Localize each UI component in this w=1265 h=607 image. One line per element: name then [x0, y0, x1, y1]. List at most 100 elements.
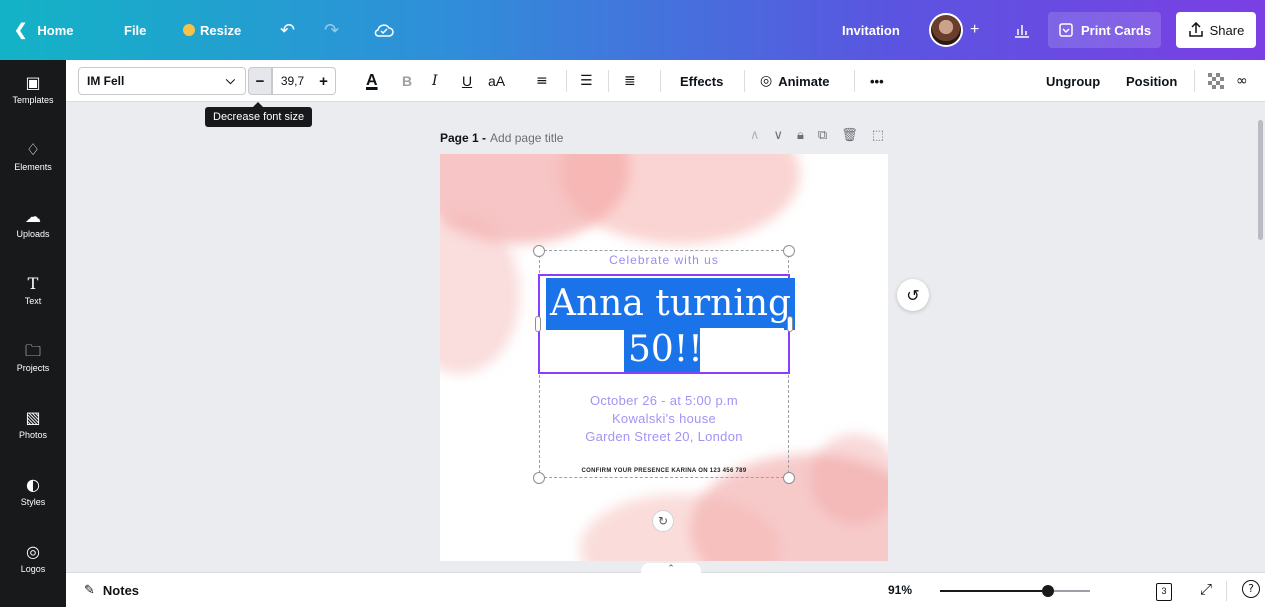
more-options-button[interactable]: •••: [870, 70, 884, 92]
print-cards-button[interactable]: Print Cards: [1048, 12, 1162, 48]
chevron-up-icon[interactable]: ⌃: [641, 563, 701, 575]
font-size-input[interactable]: 39,7: [272, 67, 312, 95]
plus-icon[interactable]: +: [970, 0, 979, 60]
help-icon[interactable]: ?: [1242, 580, 1260, 598]
text-color-button[interactable]: A: [366, 70, 378, 92]
sidebar-label: Styles: [20, 497, 46, 507]
sidebar-item-logos[interactable]: ◎ Logos: [0, 531, 66, 587]
side-handle[interactable]: [787, 316, 793, 332]
avatar[interactable]: [929, 13, 963, 47]
zoom-slider[interactable]: [940, 585, 1090, 597]
rsvp-text[interactable]: CONFIRM YOUR PRESENCE KARINA ON 123 456 …: [540, 468, 788, 474]
rotate-icon[interactable]: ↻: [652, 510, 674, 532]
lock-icon[interactable]: 🔒︎: [797, 128, 804, 143]
ungroup-button[interactable]: Ungroup: [1046, 70, 1100, 92]
folder-icon: 🗀: [24, 341, 41, 360]
document-title[interactable]: Invitation: [842, 0, 900, 60]
align-center-icon[interactable]: ≡: [536, 70, 548, 92]
chevron-down-icon[interactable]: ∨: [773, 128, 783, 143]
expand-icon[interactable]: ⤢: [1200, 580, 1212, 598]
bar-chart-icon[interactable]: [1013, 0, 1031, 60]
refresh-icon[interactable]: ↺: [897, 279, 929, 311]
italic-button[interactable]: I: [432, 70, 438, 92]
event-details[interactable]: October 26 - at 5:00 p.m Kowalski's hous…: [540, 392, 788, 446]
sidebar-label: Templates: [12, 95, 54, 105]
link-icon[interactable]: ∞: [1236, 70, 1248, 92]
celebrate-text[interactable]: Celebrate with us: [540, 253, 788, 267]
print-icon: [1059, 23, 1073, 37]
bottom-bar: ⌃ ✎ Notes 91% 3 ⤢ ?: [66, 563, 1265, 607]
bold-button[interactable]: B: [402, 70, 412, 92]
add-page-icon[interactable]: ⬚: [872, 128, 884, 143]
text-icon: T: [27, 274, 39, 293]
sidebar-label: Uploads: [16, 229, 50, 239]
divider: [744, 70, 745, 92]
decrease-font-size-button[interactable]: −: [248, 67, 272, 95]
effects-button[interactable]: Effects: [680, 70, 723, 92]
headline-textbox[interactable]: Anna turning 50!!!: [538, 274, 796, 374]
notes-icon: ✎: [84, 583, 95, 598]
home-button[interactable]: ❮ Home: [14, 0, 74, 60]
zoom-slider-fill: [940, 590, 1048, 592]
sidebar-item-uploads[interactable]: ☁ Uploads: [0, 196, 66, 252]
font-family-value: IM Fell: [87, 74, 125, 88]
animate-button[interactable]: ◎ Animate: [760, 70, 830, 92]
headline-line-1: Anna turning: [546, 278, 796, 330]
sidebar-item-projects[interactable]: 🗀 Projects: [0, 330, 66, 386]
delete-page-icon[interactable]: 🗑︎: [841, 128, 858, 143]
pages-count: 3: [1156, 583, 1172, 601]
sidebar-label: Elements: [14, 162, 52, 172]
upload-cloud-icon: ☁: [25, 207, 41, 226]
sidebar-item-text[interactable]: T Text: [0, 263, 66, 319]
headline-blank-area: [700, 328, 784, 372]
top-bar: ❮ Home File Resize ↶ ↷ Invitation + Prin…: [0, 0, 1265, 60]
page-title-input[interactable]: Add page title: [490, 131, 563, 145]
vertical-scrollbar[interactable]: [1256, 102, 1265, 570]
increase-font-size-button[interactable]: +: [312, 67, 336, 95]
font-size-stepper: − 39,7 +: [248, 67, 352, 95]
photos-icon: ▧: [25, 408, 41, 427]
sidebar-item-photos[interactable]: ▧ Photos: [0, 397, 66, 453]
logo-icon: ◎: [26, 542, 40, 561]
share-button[interactable]: Share: [1176, 12, 1256, 48]
crown-icon: [183, 24, 195, 36]
share-icon: [1188, 22, 1203, 37]
line-spacing-icon[interactable]: ≣: [624, 70, 636, 92]
chevron-up-icon[interactable]: ∧: [750, 128, 760, 143]
tooltip: Decrease font size: [205, 102, 313, 127]
file-menu[interactable]: File: [124, 0, 146, 60]
animate-label: Animate: [778, 73, 830, 89]
notes-button[interactable]: ✎ Notes: [84, 583, 139, 598]
sidebar-item-elements[interactable]: ♢ Elements: [0, 129, 66, 185]
duplicate-page-icon[interactable]: ⧉: [818, 128, 827, 143]
scroll-thumb[interactable]: [1258, 120, 1263, 240]
left-sidebar: ▣ Templates ♢ Elements ☁ Uploads T Text …: [0, 60, 66, 607]
side-handle[interactable]: [535, 316, 541, 332]
cloud-check-icon[interactable]: [374, 0, 394, 60]
resize-button[interactable]: Resize: [183, 0, 241, 60]
watercolor-decoration: [560, 154, 800, 244]
elements-icon: ♢: [25, 140, 41, 159]
divider: [660, 70, 661, 92]
zoom-slider-handle[interactable]: [1042, 585, 1054, 597]
list-icon[interactable]: ☰: [580, 70, 593, 92]
font-family-select[interactable]: IM Fell ⌵: [78, 67, 246, 95]
sidebar-label: Photos: [18, 430, 48, 440]
divider: [566, 70, 567, 92]
redo-icon[interactable]: ↷: [324, 0, 339, 60]
transparency-icon[interactable]: [1208, 70, 1224, 92]
animate-icon: ◎: [760, 73, 773, 89]
undo-icon[interactable]: ↶: [280, 0, 295, 60]
letter-case-button[interactable]: aA: [488, 70, 505, 92]
underline-button[interactable]: U: [462, 70, 472, 92]
zoom-level[interactable]: 91%: [888, 583, 912, 597]
sidebar-item-templates[interactable]: ▣ Templates: [0, 62, 66, 118]
pages-icon[interactable]: 3: [1156, 580, 1172, 601]
event-venue: Kowalski's house: [611, 411, 717, 426]
chevron-down-icon: ⌵: [225, 73, 235, 87]
position-button[interactable]: Position: [1126, 70, 1177, 92]
design-page[interactable]: Celebrate with us Anna turning 50!!! Oct…: [440, 154, 888, 561]
sidebar-item-styles[interactable]: ◐ Styles: [0, 464, 66, 520]
page-header: Page 1 - Add page title ∧ ∨ 🔒︎ ⧉ 🗑︎ ⬚: [440, 128, 888, 148]
palette-icon: ◐: [26, 475, 40, 494]
